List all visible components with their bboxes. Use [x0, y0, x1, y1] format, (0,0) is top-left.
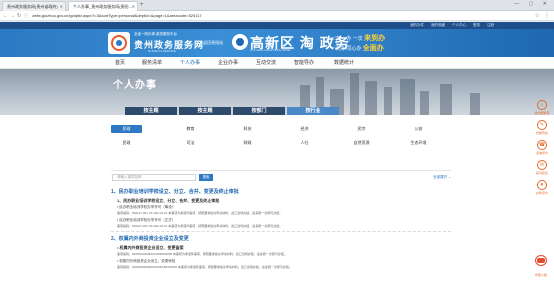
sidebar-label: 智能导办 [535, 131, 548, 135]
web-page: 我的办件 我的收藏 个人中心 登录 注册 全省一网办事 政务服务平台 贵州政务服… [0, 22, 554, 301]
sidebar-label: 投诉建议 [535, 171, 548, 175]
assistant-label[interactable]: 智能小助 [529, 273, 553, 277]
category-item[interactable]: 司法 [175, 139, 206, 147]
item-code: 事项编码：520117-001-XK-002-02-01 本事项为承诺件事项，按… [117, 224, 283, 228]
search-button[interactable]: 搜索 [199, 174, 213, 181]
top-link[interactable]: 注册 [487, 23, 494, 27]
window-controls[interactable]: — ▢ ✕ [514, 1, 551, 7]
assistant-robot-icon[interactable] [531, 255, 551, 273]
list-item[interactable]: • 权属内外商投资企业设立、变更审批 [117, 259, 451, 264]
category-item[interactable]: 科技 [232, 125, 263, 133]
nav-item-personal[interactable]: 个人办事 [180, 57, 200, 69]
sidebar-item-evaluation[interactable]: ♥ 办件评价 [531, 180, 553, 195]
top-link[interactable]: 登录 [473, 23, 480, 27]
slogan: 一次一 办 一次 来到办 一次办 同心办 全面办 [330, 34, 385, 54]
main-nav: 首页 服务清单 个人办事 企业办事 互动交流 智能导办 数据统计 [0, 57, 554, 69]
item-code: 事项编码：520000200280201000180403625 本事项为承诺件… [117, 265, 292, 269]
list-item[interactable]: • 民办职业培训学校办学许可（筹设） [117, 205, 451, 210]
top-link[interactable]: 我的办件 [410, 23, 424, 27]
section-subtitle[interactable]: 1、民办职业培训学校设立、分立、合并、变更及终止审批 [117, 198, 451, 204]
district-logo-icon [232, 34, 248, 50]
heart-icon: ♥ [537, 180, 547, 190]
slogan-text: 一次一 办 一次 [330, 36, 363, 42]
sidebar-item-my-services[interactable]: ⌂ 我的服务库 [531, 100, 553, 115]
browser-tab-bar: 贵州政务服务网(贵州省政府) ✕ 个人办事_贵州政务服务网(贵阳... ✕ + … [0, 0, 554, 11]
nav-item-interaction[interactable]: 互动交流 [256, 57, 276, 69]
hero-banner: 个人办事 按主题 按主题 按部门 按行业 [0, 69, 554, 115]
pencil-icon: ✎ [537, 120, 547, 130]
new-tab-button[interactable]: + [140, 2, 144, 8]
forward-icon[interactable]: → [10, 13, 15, 19]
nav-item-enterprise[interactable]: 企业办事 [218, 57, 238, 69]
site-english-name: GUIZHOU SERVICE [148, 49, 176, 53]
top-links: 我的办件 我的收藏 个人中心 登录 注册 [0, 22, 554, 29]
category-item[interactable]: 民政 [111, 139, 142, 147]
reload-icon[interactable]: ↻ [17, 13, 21, 19]
sidebar-label: 我的服务库 [534, 111, 550, 115]
expand-all-link[interactable]: 全部展开 ⌄ [433, 175, 451, 180]
nav-item-service-list[interactable]: 服务清单 [142, 57, 162, 69]
tab-title: 贵州政务服务网(贵州省政府) [7, 4, 58, 9]
site-subtitle: 全省一网办事 政务服务平台 [134, 32, 177, 36]
star-icon[interactable]: ☆ [535, 12, 540, 19]
service-list: 1、民办职业培训学校设立、分立、合并、变更及终止审批 1、民办职业培训学校设立、… [111, 188, 451, 272]
menu-icon[interactable]: ⋮ [544, 12, 550, 19]
close-icon[interactable]: ✕ [132, 4, 135, 9]
category-item[interactable]: 财政 [232, 139, 263, 147]
top-link[interactable]: 我的收藏 [431, 23, 445, 27]
category-item[interactable]: 人社 [289, 139, 320, 147]
search-row: 请输入事项名称 搜索 全部展开 ⌄ [111, 170, 451, 181]
url-field[interactable]: zwfw.guizhou.gov.cn/gzlqlist.aspx?i=3&so… [26, 12, 526, 20]
category-item[interactable]: 民政 [111, 125, 142, 133]
mail-icon: ✉ [537, 160, 547, 170]
sidebar-label: 咨询评价 [535, 151, 548, 155]
category-item[interactable]: 民宗 [346, 125, 377, 133]
tab-by-industry[interactable]: 按行业 [287, 107, 339, 115]
section-subtitle[interactable]: • 权属内外商投资企业设立、变更备案 [117, 245, 451, 251]
address-bar: ← → ↻ ⓘ zwfw.guizhou.gov.cn/gzlqlist.asp… [0, 11, 554, 21]
browser-tab-active[interactable]: 个人办事_贵州政务服务网(贵阳... ✕ [68, 1, 138, 11]
tab-by-department[interactable]: 按部门 [233, 107, 285, 115]
item-code: 事项编码：520000200280201000503058 本事项为承诺件事项，… [117, 252, 287, 256]
sidebar-label: 办件评价 [535, 191, 548, 195]
sidebar-item-consult[interactable]: ☎ 咨询评价 [531, 140, 553, 155]
tab-by-theme-2[interactable]: 按主题 [179, 107, 231, 115]
list-item[interactable]: • 民办职业培训学校办学许可（正式） [117, 218, 451, 223]
browser-tab[interactable]: 贵州政务服务网(贵州省政府) ✕ [2, 1, 66, 11]
close-icon[interactable]: ✕ [60, 4, 63, 9]
site-banner: 全省一网办事 政务服务平台 贵州政务服务网 GUIZHOU SERVICE ◂ … [0, 29, 554, 57]
search-input[interactable]: 请输入事项名称 [112, 174, 196, 181]
slogan-text: 一次办 同心办 [330, 46, 362, 52]
category-item[interactable]: 公安 [403, 125, 434, 133]
page-title: 个人办事 [113, 80, 157, 91]
phone-icon: ☎ [537, 140, 547, 150]
nav-item-statistics[interactable]: 数据统计 [334, 57, 354, 69]
nav-item-home[interactable]: 首页 [115, 57, 125, 69]
back-to-city-link[interactable]: ◂ 返回贵阳站 [200, 40, 223, 46]
site-logo-icon[interactable] [108, 32, 130, 54]
sidebar-item-complaint[interactable]: ✉ 投诉建议 [531, 160, 553, 175]
district-subtitle: GUIYANG HIGH-TECH ZONE [250, 48, 291, 52]
tab-by-theme[interactable]: 按主题 [125, 107, 177, 115]
slogan-highlight: 来到办 [364, 35, 386, 42]
divider [111, 231, 451, 232]
category-item[interactable]: 生态环境 [403, 139, 434, 147]
sidebar-item-smart-guide[interactable]: ✎ 智能导办 [531, 120, 553, 135]
nav-item-smart-guide[interactable]: 智能导办 [294, 57, 314, 69]
section-title[interactable]: 2、权属内外商投资企业设立及变更 [111, 235, 451, 242]
top-link[interactable]: 个人中心 [452, 23, 466, 27]
item-code: 事项编码：520117-001-XK-002-01-01 本事项为承诺件事项，按… [117, 211, 283, 215]
category-item[interactable]: 经济 [289, 125, 320, 133]
section-title[interactable]: 1、民办职业培训学校设立、分立、合并、变更及终止审批 [111, 188, 451, 195]
category-item[interactable]: 自然资源 [346, 139, 377, 147]
tab-title: 个人办事_贵州政务服务网(贵阳... [73, 4, 132, 9]
slogan-highlight: 全面办 [362, 45, 384, 52]
category-grid: 民政 教育 科技 经济 民宗 公安 民政 司法 财政 人社 自然资源 生态环境 [0, 125, 554, 165]
home-icon: ⌂ [537, 100, 547, 110]
back-icon[interactable]: ← [3, 13, 8, 19]
category-item[interactable]: 教育 [175, 125, 206, 133]
